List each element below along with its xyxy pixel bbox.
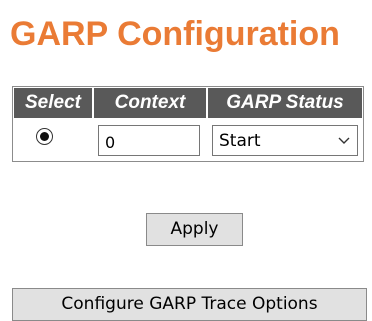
header-select: Select — [13, 87, 93, 119]
context-cell — [93, 119, 207, 161]
page-title: GARP Configuration — [10, 15, 340, 53]
select-cell — [13, 119, 93, 161]
garp-configuration-page: GARP Configuration Select Context GARP S… — [0, 0, 372, 321]
garp-status-value: Start — [219, 130, 261, 151]
table-header-row: Select Context GARP Status — [13, 87, 363, 119]
apply-button[interactable]: Apply — [146, 213, 243, 246]
table-row: Start — [13, 119, 363, 161]
garp-config-table: Select Context GARP Status Start — [12, 86, 364, 162]
context-input[interactable] — [98, 124, 200, 156]
radio-selected-dot — [40, 131, 49, 141]
header-garp-status: GARP Status — [207, 87, 363, 119]
header-context: Context — [93, 87, 207, 119]
select-radio[interactable] — [36, 127, 53, 145]
garp-status-select[interactable]: Start — [212, 124, 358, 156]
status-cell: Start — [207, 119, 363, 161]
chevron-down-icon — [338, 137, 350, 144]
configure-garp-trace-options-button[interactable]: Configure GARP Trace Options — [12, 288, 367, 321]
